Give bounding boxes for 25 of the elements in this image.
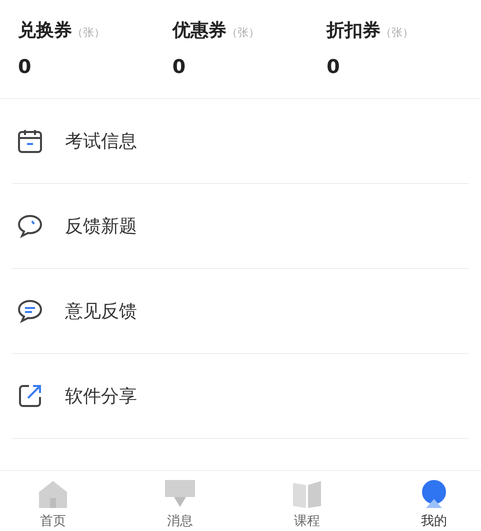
- stat-label: 兑换券: [18, 19, 72, 42]
- menu-item[interactable]: 意见反馈: [65, 299, 137, 323]
- stat-value: 0: [18, 56, 32, 78]
- message-icon: [17, 298, 43, 324]
- stat-unit: （张）: [380, 25, 414, 40]
- message-icon: [165, 480, 195, 508]
- tab[interactable]: 课程: [272, 471, 342, 531]
- share-icon: [17, 383, 43, 409]
- user-icon: [419, 480, 449, 508]
- menu-item[interactable]: 考试信息: [65, 129, 137, 153]
- stat-value: 0: [326, 56, 341, 78]
- stat-unit: （张）: [226, 26, 260, 40]
- book-icon: [292, 480, 322, 508]
- menu-item[interactable]: 软件分享: [65, 384, 137, 408]
- tab[interactable]: 我的: [399, 471, 469, 531]
- calendar-icon: [17, 128, 43, 154]
- speech-bubble-icon: [17, 213, 43, 239]
- tab[interactable]: 首页: [18, 471, 88, 531]
- stat-value: 0: [172, 56, 187, 78]
- stat-unit: （张）: [72, 25, 105, 40]
- stat-label: 折扣券: [326, 19, 381, 42]
- house-icon: [38, 480, 68, 508]
- tab[interactable]: 消息: [145, 471, 215, 531]
- stat-label: 优惠券: [172, 19, 226, 42]
- menu-item[interactable]: 反馈新题: [65, 214, 137, 238]
